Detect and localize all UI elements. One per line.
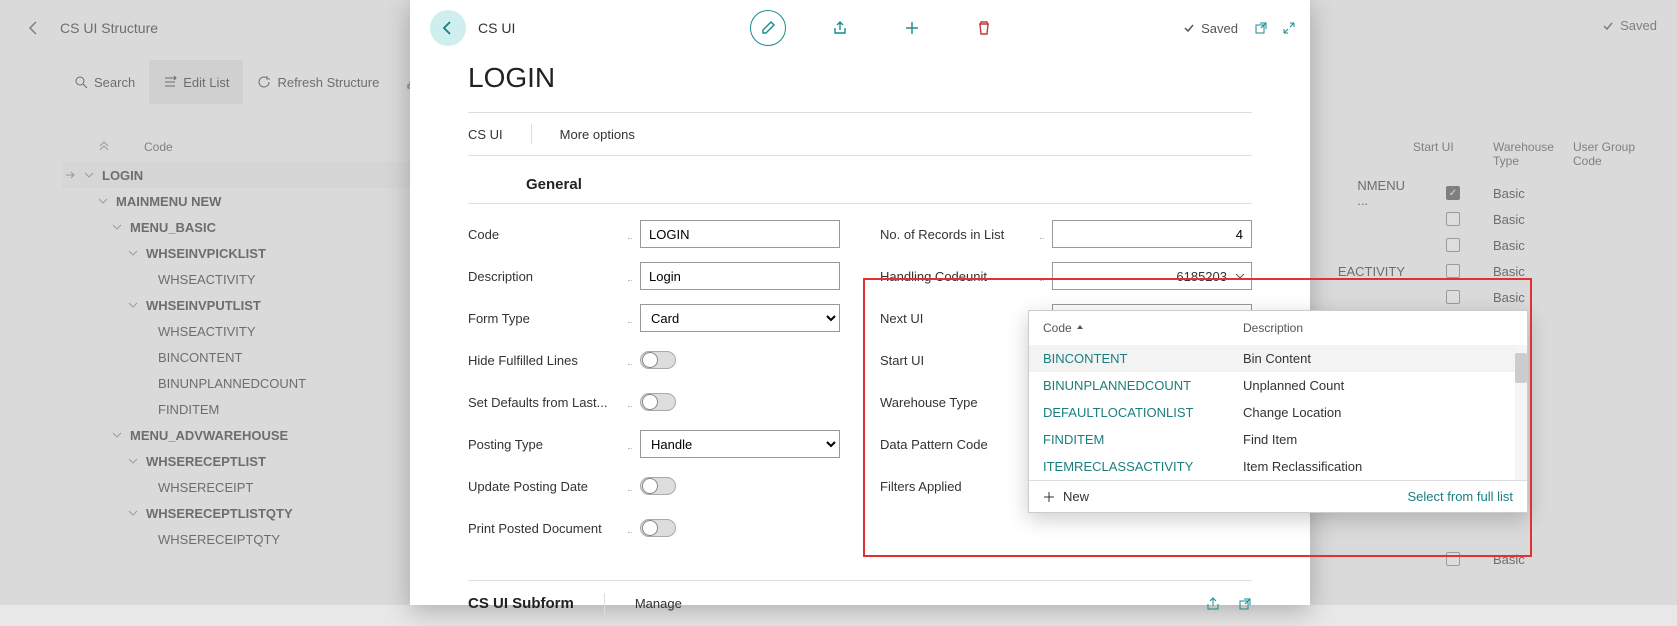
tab-cs-ui[interactable]: CS UI [468,127,503,142]
codeunit-value: 6185203 [1176,269,1227,284]
code-input[interactable] [640,220,840,248]
dd-col-desc[interactable]: Description [1243,321,1513,335]
dropdown-desc: Bin Content [1243,351,1513,366]
dropdown-code: ITEMRECLASSACTIVITY [1043,459,1243,474]
subform-title: CS UI Subform [468,595,574,612]
share-icon [1206,597,1220,611]
plus-icon [904,20,920,36]
section-general: General [468,156,1252,204]
expand-button[interactable] [1282,21,1296,35]
tab-more-options[interactable]: More options [560,127,635,142]
codeunit-label: Handling Codeunit [880,269,1032,284]
panel-saved-indicator: Saved [1183,21,1238,36]
description-input[interactable] [640,262,840,290]
subform-popout-button[interactable] [1238,597,1252,611]
panel-back-button[interactable] [430,10,466,46]
edit-button[interactable] [750,10,786,46]
records-input[interactable] [1052,220,1252,248]
posting-type-label: Posting Type [468,437,620,452]
dropdown-code: DEFAULTLOCATIONLIST [1043,405,1243,420]
dropdown-code: FINDITEM [1043,432,1243,447]
filters-applied-label: Filters Applied [880,479,1032,494]
sort-asc-icon [1076,324,1084,332]
subform-manage[interactable]: Manage [635,596,682,611]
new-button[interactable] [894,10,930,46]
hide-fulfilled-label: Hide Fulfilled Lines [468,353,620,368]
code-label: Code [468,227,620,242]
share-button[interactable] [822,10,858,46]
plus-icon [1043,491,1055,503]
print-posted-toggle[interactable] [640,519,676,537]
update-posting-label: Update Posting Date [468,479,620,494]
dropdown-desc: Item Reclassification [1243,459,1513,474]
print-posted-label: Print Posted Document [468,521,620,536]
dropdown-new-label: New [1063,489,1089,504]
dropdown-desc: Unplanned Count [1243,378,1513,393]
popout-icon [1254,21,1268,35]
panel-breadcrumb: CS UI [478,20,515,36]
dd-col-code[interactable]: Code [1043,321,1243,335]
dropdown-scrollbar[interactable] [1515,353,1527,383]
dropdown-new-button[interactable]: New [1043,489,1089,504]
form-type-select[interactable]: Card [640,304,840,332]
panel-saved-text: Saved [1201,21,1238,36]
dropdown-code: BINUNPLANNEDCOUNT [1043,378,1243,393]
detail-panel: CS UI Saved LOGIN CS UI More [410,0,1310,605]
tab-separator [531,124,532,144]
records-label: No. of Records in List [880,227,1032,242]
page-heading: LOGIN [410,56,1310,112]
next-ui-label: Next UI [880,311,1032,326]
delete-button[interactable] [966,10,1002,46]
form-type-label: Form Type [468,311,620,326]
share-icon [832,20,848,36]
dropdown-desc: Find Item [1243,432,1513,447]
defaults-toggle[interactable] [640,393,676,411]
posting-type-select[interactable]: Handle [640,430,840,458]
dropdown-row[interactable]: BINUNPLANNEDCOUNTUnplanned Count [1029,372,1527,399]
start-ui-label: Start UI [880,353,1032,368]
pencil-icon [760,20,776,36]
defaults-label: Set Defaults from Last... [468,395,620,410]
subform-share-button[interactable] [1206,597,1220,611]
dropdown-desc: Change Location [1243,405,1513,420]
dropdown-row[interactable]: BINCONTENTBin Content [1029,345,1527,372]
update-posting-toggle[interactable] [640,477,676,495]
popout-button[interactable] [1254,21,1268,35]
dropdown-row[interactable]: ITEMRECLASSACTIVITYItem Reclassification [1029,453,1527,480]
chevron-down-icon [1235,271,1245,281]
dropdown-select-full-list[interactable]: Select from full list [1408,489,1513,504]
popout-icon [1238,597,1252,611]
warehouse-type-label: Warehouse Type [880,395,1032,410]
codeunit-input[interactable]: 6185203 [1052,262,1252,290]
trash-icon [976,20,992,36]
expand-icon [1282,21,1296,35]
hide-fulfilled-toggle[interactable] [640,351,676,369]
dropdown-row[interactable]: DEFAULTLOCATIONLISTChange Location [1029,399,1527,426]
data-pattern-label: Data Pattern Code [880,437,1032,452]
description-label: Description [468,269,620,284]
next-ui-dropdown: Code Description BINCONTENTBin ContentBI… [1028,310,1528,513]
dropdown-row[interactable]: FINDITEMFind Item [1029,426,1527,453]
dropdown-code: BINCONTENT [1043,351,1243,366]
